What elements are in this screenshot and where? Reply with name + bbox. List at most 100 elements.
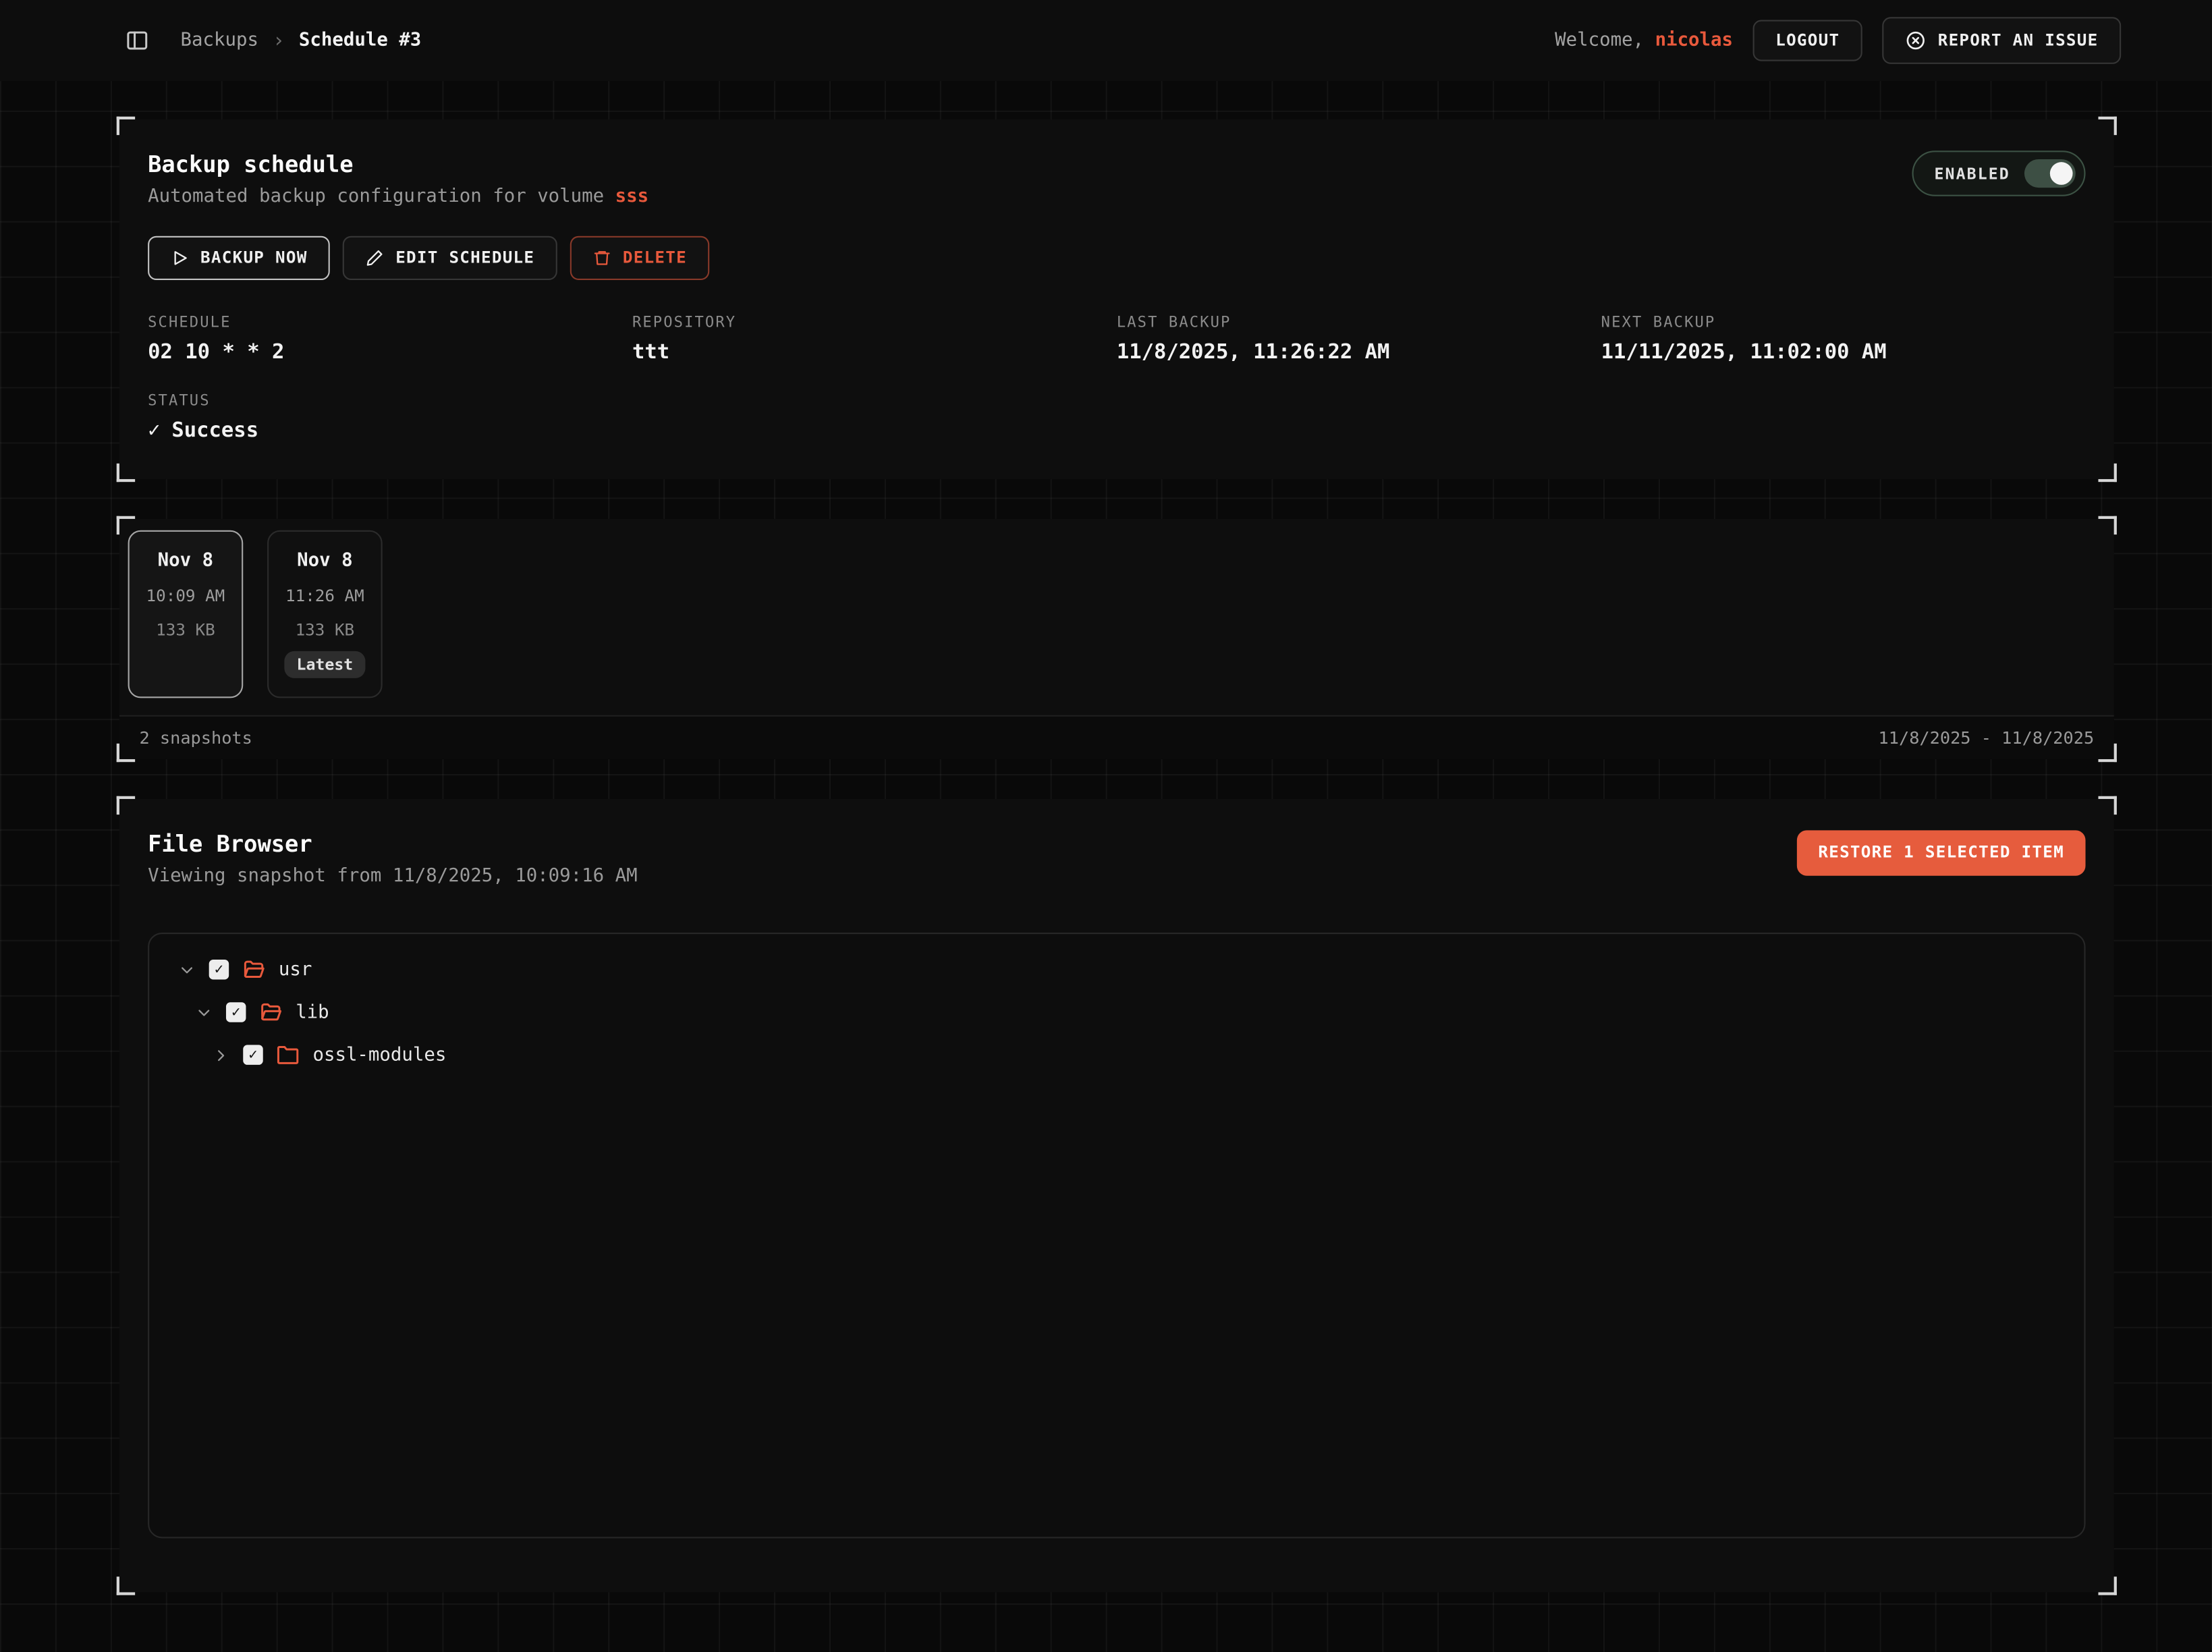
checkbox-checked[interactable]: ✓ xyxy=(243,1045,262,1064)
schedule-card-title: Backup schedule xyxy=(148,150,648,177)
corner-bracket xyxy=(117,117,135,135)
tree-row-lib[interactable]: ✓ lib xyxy=(166,991,2067,1033)
backup-schedule-card: Backup schedule Automated backup configu… xyxy=(119,119,2114,479)
schedule-fields: SCHEDULE 02 10 * * 2 REPOSITORY ttt LAST… xyxy=(148,314,2085,443)
checkbox-checked[interactable]: ✓ xyxy=(226,1002,246,1022)
play-icon xyxy=(171,249,189,267)
logout-label: LOGOUT xyxy=(1775,32,1840,49)
logout-button[interactable]: LOGOUT xyxy=(1753,20,1863,61)
app-viewport: Backups › Schedule #3 Welcome, nicolas L… xyxy=(0,0,2212,1652)
snapshot-count: 2 snapshots xyxy=(139,728,252,748)
snapshots-section: Nov 8 10:09 AM 133 KB Nov 8 11:26 AM 133… xyxy=(119,519,2114,759)
edit-schedule-label: EDIT SCHEDULE xyxy=(395,250,534,266)
snapshot-time: 10:09 AM xyxy=(138,586,233,605)
report-issue-button[interactable]: REPORT AN ISSUE xyxy=(1883,17,2122,64)
schedule-card-header: Backup schedule Automated backup configu… xyxy=(148,150,2085,207)
field-label: NEXT BACKUP xyxy=(1601,314,2086,331)
schedule-actions: BACKUP NOW EDIT SCHEDULE DELETE xyxy=(148,236,2085,280)
checkbox-checked[interactable]: ✓ xyxy=(209,960,229,979)
field-value: 11/8/2025, 11:26:22 AM xyxy=(1117,341,1601,364)
file-browser-titles: File Browser Viewing snapshot from 11/8/… xyxy=(148,830,637,887)
snapshot-card-selected[interactable]: Nov 8 10:09 AM 133 KB xyxy=(128,530,244,698)
file-tree-panel: ✓ usr ✓ lib xyxy=(148,933,2085,1538)
snapshot-size: 133 KB xyxy=(138,620,233,640)
tree-row-ossl-modules[interactable]: ✓ ossl-modules xyxy=(166,1034,2067,1076)
tree-item-label: ossl-modules xyxy=(312,1044,446,1066)
snapshot-date: Nov 8 xyxy=(277,550,372,572)
tree-row-usr[interactable]: ✓ usr xyxy=(166,948,2067,991)
main-content: Backup schedule Automated backup configu… xyxy=(0,81,2212,1592)
tree-item-label: usr xyxy=(279,959,312,981)
field-value: 11/11/2025, 11:02:00 AM xyxy=(1601,341,2086,364)
snapshot-footer: 2 snapshots 11/8/2025 - 11/8/2025 xyxy=(119,715,2114,759)
topbar-right: Welcome, nicolas LOGOUT REPORT AN ISSUE xyxy=(1555,17,2121,64)
field-repository: REPOSITORY ttt xyxy=(632,314,1117,364)
folder-open-icon xyxy=(258,1000,283,1024)
edit-schedule-button[interactable]: EDIT SCHEDULE xyxy=(343,236,557,280)
restore-selected-button[interactable]: RESTORE 1 SELECTED ITEM xyxy=(1797,830,2086,875)
corner-bracket xyxy=(2098,796,2116,815)
field-label: LAST BACKUP xyxy=(1117,314,1601,331)
corner-bracket xyxy=(2098,464,2116,482)
restore-label: RESTORE 1 SELECTED ITEM xyxy=(1818,842,2064,861)
topbar: Backups › Schedule #3 Welcome, nicolas L… xyxy=(0,0,2212,81)
corner-bracket xyxy=(2098,117,2116,135)
snapshot-list: Nov 8 10:09 AM 133 KB Nov 8 11:26 AM 133… xyxy=(119,519,2114,715)
field-schedule: SCHEDULE 02 10 * * 2 xyxy=(148,314,632,364)
backup-now-label: BACKUP NOW xyxy=(200,250,308,266)
field-label: STATUS xyxy=(148,392,2085,409)
breadcrumb-current: Schedule #3 xyxy=(299,30,421,51)
field-label: REPOSITORY xyxy=(632,314,1117,331)
file-browser-subtitle: Viewing snapshot from 11/8/2025, 10:09:1… xyxy=(148,866,637,887)
volume-name: sss xyxy=(615,186,648,208)
breadcrumb: Backups › Schedule #3 xyxy=(181,29,422,52)
backup-now-button[interactable]: BACKUP NOW xyxy=(148,236,330,280)
schedule-card-subtitle: Automated backup configuration for volum… xyxy=(148,186,648,208)
file-browser-header: File Browser Viewing snapshot from 11/8/… xyxy=(148,830,2085,887)
enabled-toggle-pill[interactable]: ENABLED xyxy=(1912,150,2086,196)
folder-icon xyxy=(276,1043,300,1067)
corner-bracket xyxy=(2098,1576,2116,1595)
toggle-knob xyxy=(2050,162,2073,185)
corner-bracket xyxy=(117,1576,135,1595)
chevron-down-icon[interactable] xyxy=(195,1003,213,1021)
chevron-down-icon[interactable] xyxy=(177,960,196,979)
schedule-card-titles: Backup schedule Automated backup configu… xyxy=(148,150,648,207)
corner-bracket xyxy=(117,464,135,482)
snapshot-card[interactable]: Nov 8 11:26 AM 133 KB Latest xyxy=(267,530,383,698)
status-value: ✓ Success xyxy=(148,419,2085,442)
delete-label: DELETE xyxy=(623,250,687,266)
status-text: Success xyxy=(171,419,258,442)
enabled-toggle[interactable] xyxy=(2024,159,2076,188)
sidebar-toggle-button[interactable] xyxy=(119,23,155,59)
snapshot-date-range: 11/8/2025 - 11/8/2025 xyxy=(1879,728,2095,748)
folder-open-icon xyxy=(242,958,266,982)
welcome-prefix: Welcome, xyxy=(1555,30,1655,51)
breadcrumb-separator: › xyxy=(273,29,285,52)
chevron-right-icon[interactable] xyxy=(212,1045,230,1064)
corner-bracket xyxy=(117,796,135,815)
snapshot-size: 133 KB xyxy=(277,620,372,640)
tree-item-label: lib xyxy=(296,1001,329,1023)
field-next-backup: NEXT BACKUP 11/11/2025, 11:02:00 AM xyxy=(1601,314,2086,364)
welcome-text: Welcome, nicolas xyxy=(1555,30,1733,51)
field-last-backup: LAST BACKUP 11/8/2025, 11:26:22 AM xyxy=(1117,314,1601,364)
report-issue-icon xyxy=(1905,30,1927,51)
file-browser-section: File Browser Viewing snapshot from 11/8/… xyxy=(119,799,2114,1593)
field-value: ttt xyxy=(632,341,1117,364)
delete-button[interactable]: DELETE xyxy=(570,236,710,280)
breadcrumb-backups[interactable]: Backups xyxy=(181,30,258,51)
field-value: 02 10 * * 2 xyxy=(148,341,632,364)
subtitle-prefix: Automated backup configuration for volum… xyxy=(148,186,615,208)
latest-badge: Latest xyxy=(284,651,366,678)
sidebar-panel-icon xyxy=(125,28,149,53)
trash-icon xyxy=(593,249,611,267)
field-label: SCHEDULE xyxy=(148,314,632,331)
field-status: STATUS ✓ Success xyxy=(148,392,2085,442)
snapshot-date: Nov 8 xyxy=(138,550,233,572)
file-browser-title: File Browser xyxy=(148,830,637,857)
check-icon: ✓ xyxy=(148,419,160,442)
username: nicolas xyxy=(1655,30,1733,51)
report-issue-label: REPORT AN ISSUE xyxy=(1938,32,2099,49)
pencil-icon xyxy=(366,249,384,267)
